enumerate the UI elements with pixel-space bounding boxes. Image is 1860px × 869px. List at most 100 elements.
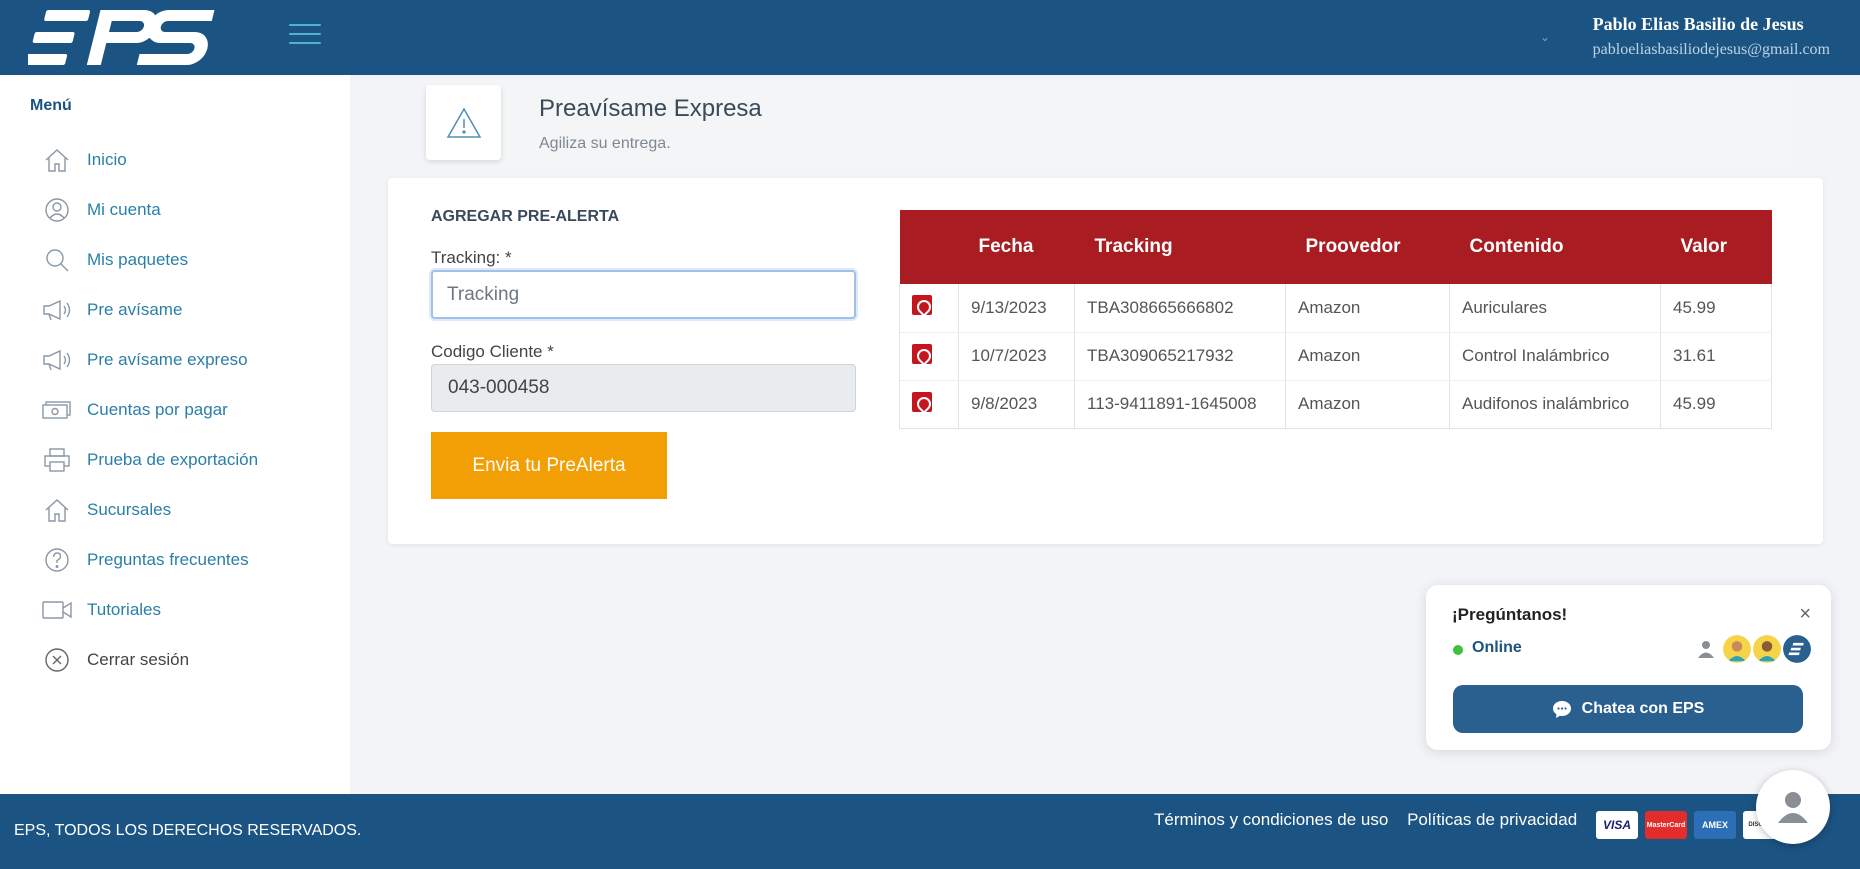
pdf-icon[interactable] [912, 343, 932, 364]
form-title: AGREGAR PRE-ALERTA [431, 208, 620, 225]
pdf-icon[interactable] [912, 295, 932, 316]
fecha-cell: 9/13/2023 [958, 284, 1075, 333]
pdf-icon[interactable] [912, 391, 932, 412]
page-header: Preavísame Expresa Agiliza su entrega. [426, 80, 1791, 167]
table-header-row: Fecha Tracking Proovedor Contenido Valor [899, 210, 1772, 284]
menu-toggle-button[interactable] [289, 24, 321, 48]
page-subtitle: Agiliza su entrega. [539, 135, 671, 152]
col-header-valor: Valor [1660, 210, 1772, 284]
support-avatar-button[interactable] [1756, 770, 1830, 844]
footer: EPS, TODOS LOS DERECHOS RESERVADOS. Térm… [0, 794, 1860, 869]
chat-title: ¡Pregúntanos! [1452, 605, 1568, 624]
codigo-cliente-field[interactable] [431, 364, 856, 412]
contenido-cell: Auriculares [1449, 284, 1661, 333]
proveedor-cell: Amazon [1285, 284, 1450, 333]
tracking-label: Tracking: * [431, 248, 512, 267]
question-icon [42, 547, 72, 573]
tracking-cell: 113-9411891-1645008 [1074, 380, 1286, 429]
user-profile[interactable]: Pablo Elias Basilio de Jesus pabloeliasb… [1593, 14, 1830, 59]
mastercard-icon: MasterCard [1645, 811, 1687, 839]
col-header-proveedor: Proovedor [1285, 210, 1450, 284]
sidebar-item-label: Mis paquetes [87, 250, 189, 269]
sidebar-item-pre-avisame-expreso[interactable]: Pre avísame expreso [42, 335, 258, 385]
pdf-cell [899, 332, 959, 381]
top-navbar: ⌄ Pablo Elias Basilio de Jesus pabloelia… [0, 0, 1860, 75]
sidebar-item-label: Cuentas por pagar [87, 400, 228, 419]
pre-alert-card: AGREGAR PRE-ALERTA Tracking: * Codigo Cl… [388, 178, 1823, 544]
table-row: 9/13/2023 TBA308665666802 Amazon Auricul… [899, 284, 1772, 333]
user-email: pabloeliasbasiliodejesus@gmail.com [1592, 41, 1830, 58]
visa-card-icon: VISA [1596, 811, 1638, 839]
home-icon [42, 497, 72, 523]
sidebar-item-label: Preguntas frecuentes [87, 550, 249, 569]
terms-link[interactable]: Términos y condiciones de uso [1154, 810, 1388, 829]
page-icon-box [426, 85, 501, 160]
user-icon [42, 197, 72, 223]
sidebar-item-cerrar-sesion[interactable]: Cerrar sesión [42, 635, 258, 685]
amex-card-icon: AMEX [1694, 811, 1736, 839]
sidebar-item-label: Inicio [87, 150, 127, 169]
sidebar-item-mis-paquetes[interactable]: Mis paquetes [42, 235, 258, 285]
pdf-cell [899, 380, 959, 429]
tracking-input[interactable] [431, 270, 856, 319]
sidebar-item-sucursales[interactable]: Sucursales [42, 485, 258, 535]
hamburger-line [289, 42, 321, 44]
fecha-cell: 10/7/2023 [958, 332, 1075, 381]
tracking-cell: TBA309065217932 [1074, 332, 1286, 381]
chat-agents [1695, 633, 1813, 665]
table-row: 9/8/2023 113-9411891-1645008 Amazon Audi… [899, 380, 1772, 429]
eps-logo[interactable] [28, 4, 218, 72]
sidebar-item-label: Prueba de exportación [87, 450, 259, 469]
sidebar-item-label: Pre avísame expreso [87, 350, 248, 369]
proveedor-cell: Amazon [1285, 380, 1450, 429]
pdf-cell [899, 284, 959, 333]
sidebar-menu: Inicio Mi cuenta Mis paquetes Pre avísam… [42, 135, 258, 685]
sidebar-item-inicio[interactable]: Inicio [42, 135, 258, 185]
home-icon [42, 147, 72, 173]
chat-button-label: Chatea con EPS [1581, 700, 1705, 717]
sidebar-item-label: Cerrar sesión [87, 650, 190, 669]
chat-with-eps-button[interactable]: Chatea con EPS [1453, 685, 1803, 733]
tracking-cell: TBA308665666802 [1074, 284, 1286, 333]
sidebar-item-pre-avisame[interactable]: Pre avísame [42, 285, 258, 335]
eps-chat-avatar [1781, 633, 1813, 665]
send-prealert-button[interactable]: Envia tu PreAlerta [431, 432, 667, 499]
page-title: Preavísame Expresa [539, 95, 762, 122]
agent-avatar [1721, 633, 1753, 665]
person-icon [1778, 792, 1808, 823]
col-header-fecha: Fecha [958, 210, 1075, 284]
col-header-tracking: Tracking [1074, 210, 1286, 284]
table-row: 10/7/2023 TBA309065217932 Amazon Control… [899, 332, 1772, 381]
printer-icon [42, 447, 72, 473]
online-status-dot [1453, 645, 1463, 655]
col-header-contenido: Contenido [1449, 210, 1661, 284]
megaphone-icon [42, 297, 72, 323]
fecha-cell: 9/8/2023 [958, 380, 1075, 429]
privacy-link[interactable]: Políticas de privacidad [1407, 810, 1577, 829]
chevron-down-icon[interactable]: ⌄ [1540, 30, 1550, 44]
sidebar: Menú Inicio Mi cuenta Mis paquetes Pre a… [0, 75, 350, 794]
sidebar-item-preguntas-frecuentes[interactable]: Preguntas frecuentes [42, 535, 258, 585]
valor-cell: 45.99 [1660, 284, 1772, 333]
contenido-cell: Audifonos inalámbrico [1449, 380, 1661, 429]
col-header-icon [899, 210, 959, 284]
person-icon [1698, 641, 1714, 658]
sidebar-item-label: Mi cuenta [87, 200, 161, 219]
valor-cell: 31.61 [1660, 332, 1772, 381]
prealert-table: Fecha Tracking Proovedor Contenido Valor… [899, 210, 1772, 429]
codigo-cliente-label: Codigo Cliente * [431, 342, 554, 361]
agent-avatar [1751, 633, 1783, 665]
search-icon [42, 247, 72, 273]
money-icon [42, 397, 72, 423]
sidebar-item-label: Tutoriales [87, 600, 162, 619]
sidebar-item-cuentas-por-pagar[interactable]: Cuentas por pagar [42, 385, 258, 435]
footer-links: Términos y condiciones de uso Políticas … [1154, 810, 1591, 830]
video-icon [42, 597, 72, 623]
close-icon[interactable]: × [1799, 603, 1811, 626]
chat-bubble-icon [1552, 701, 1571, 718]
contenido-cell: Control Inalámbrico [1449, 332, 1661, 381]
sidebar-item-label: Pre avísame [87, 300, 183, 319]
sidebar-item-tutoriales[interactable]: Tutoriales [42, 585, 258, 635]
sidebar-item-prueba-exportacion[interactable]: Prueba de exportación [42, 435, 258, 485]
sidebar-item-mi-cuenta[interactable]: Mi cuenta [42, 185, 258, 235]
